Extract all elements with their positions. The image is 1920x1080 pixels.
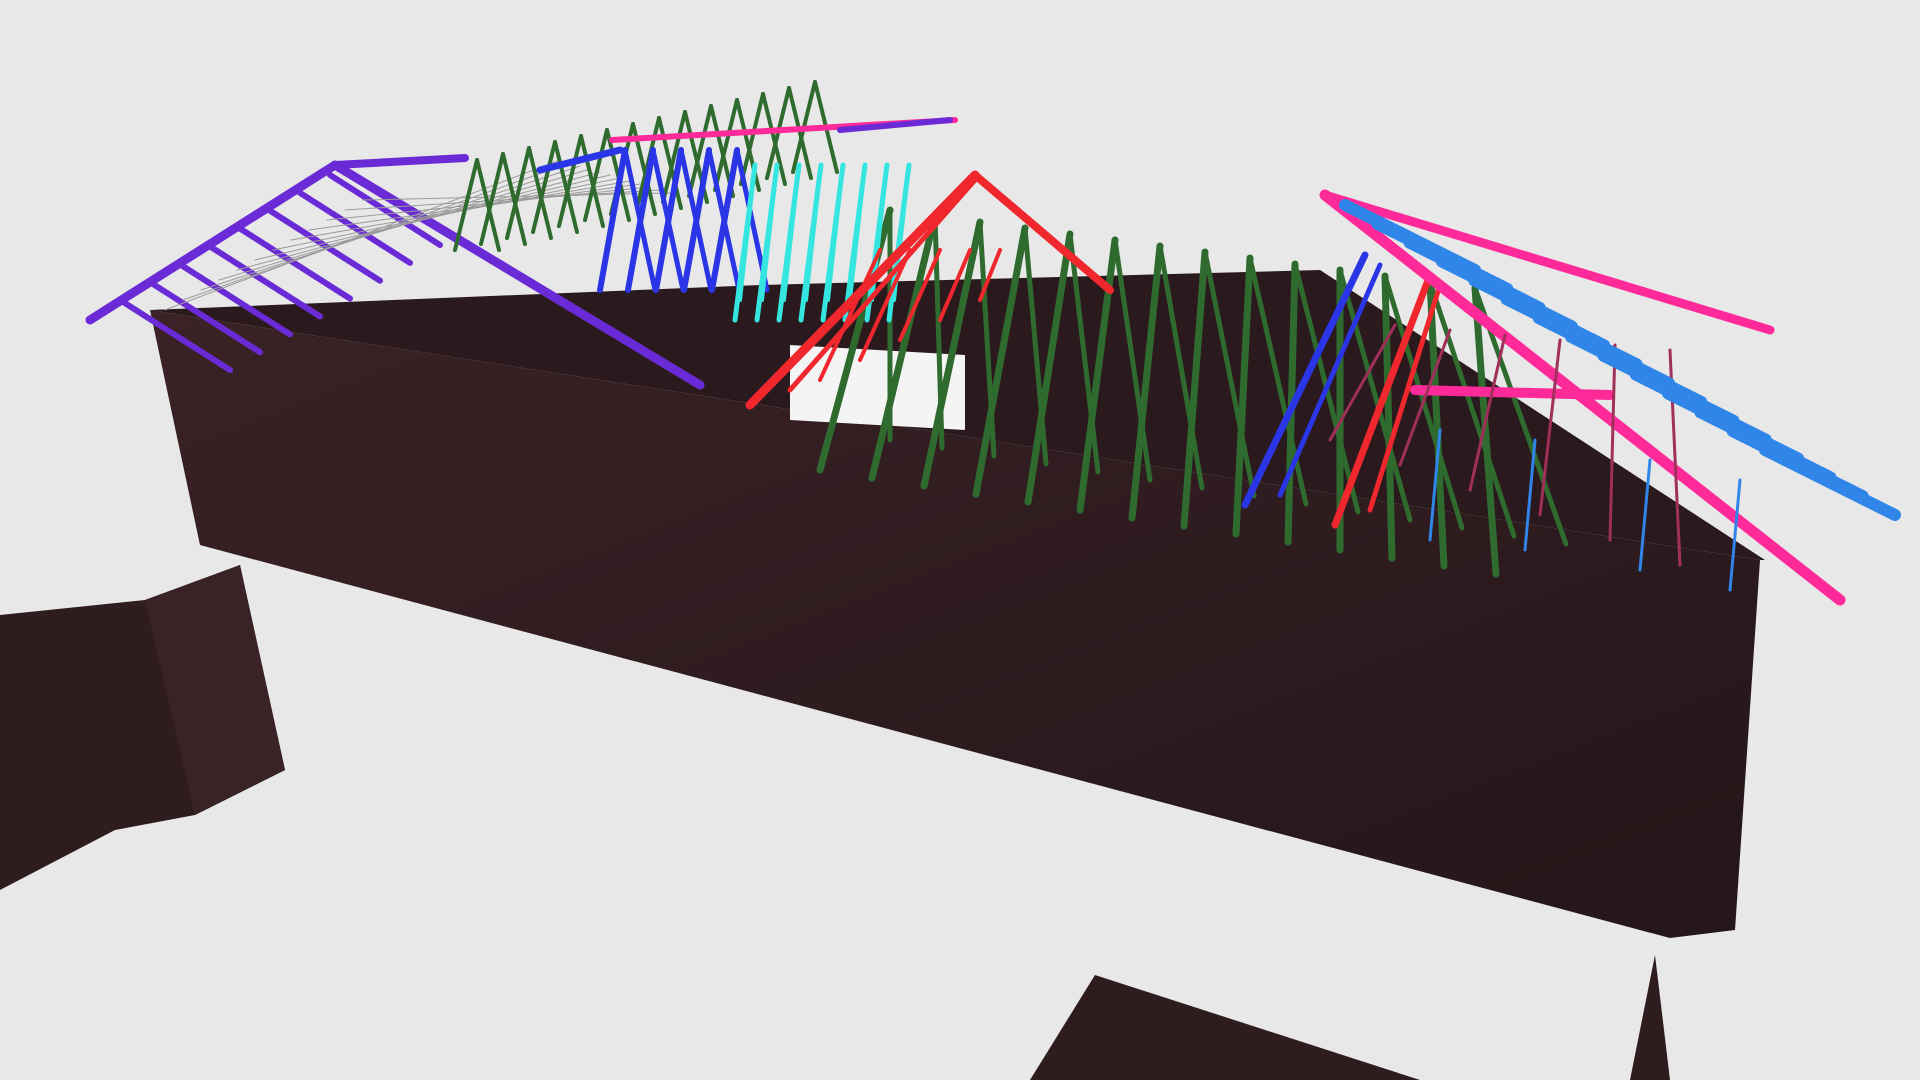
roof-truss-model [0,0,1920,1080]
3d-viewport[interactable] [0,0,1920,1080]
collar-tie-right [1410,385,1615,400]
